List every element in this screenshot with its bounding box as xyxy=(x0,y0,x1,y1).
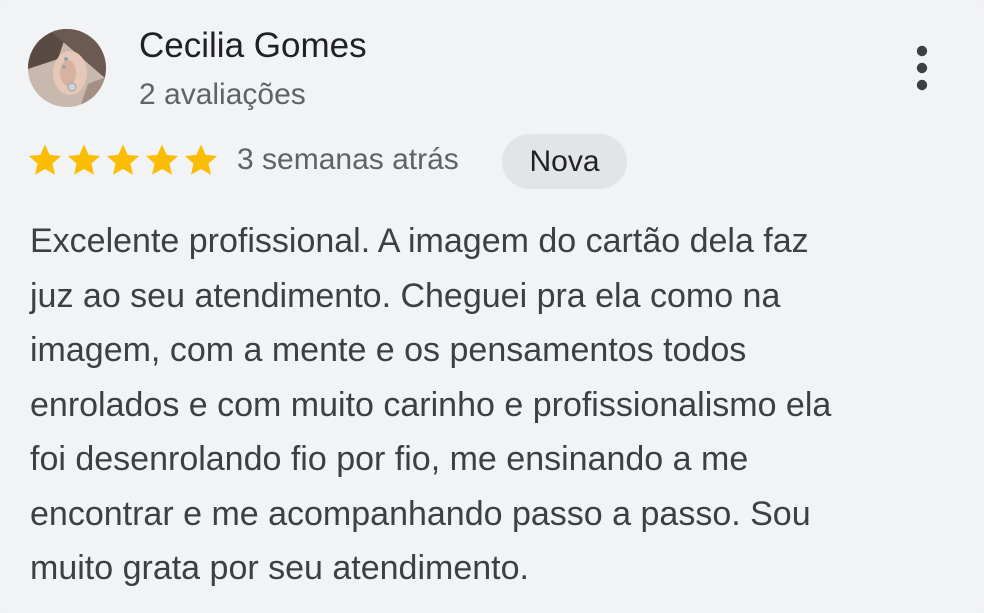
review-date: 3 semanas atrás xyxy=(237,143,459,176)
star-icon xyxy=(145,144,179,175)
star-icon xyxy=(67,144,101,175)
star-icon xyxy=(28,144,62,175)
author-avatar[interactable] xyxy=(28,29,106,107)
review-text-line: foi desenrolando fio por fio, me ensinan… xyxy=(30,440,749,478)
star-icon xyxy=(106,144,140,175)
more-vert-icon xyxy=(916,45,928,91)
author-name[interactable]: Cecilia Gomes xyxy=(139,24,367,68)
review-text-line: muito grata por seu atendimento. xyxy=(30,549,529,587)
new-badge: Nova xyxy=(502,134,627,189)
review-text-line: juz ao seu atendimento. Cheguei pra ela … xyxy=(30,276,781,315)
review-text: Excelente profissional. A imagem do cart… xyxy=(30,214,970,596)
author-review-count: 2 avaliações xyxy=(139,78,306,111)
rating-stars xyxy=(26,141,220,179)
review-text-line: encontrar e me acompanhando passo a pass… xyxy=(30,494,811,533)
review-text-line: imagem, com a mente e os pensamentos tod… xyxy=(30,331,747,369)
review-text-line: enrolados e com muito carinho e profissi… xyxy=(30,385,832,424)
review-text-line: Excelente profissional. A imagem do cart… xyxy=(30,222,809,260)
more-options-button[interactable] xyxy=(898,40,946,96)
star-icon xyxy=(184,144,218,175)
review-card: Cecilia Gomes 2 avaliações 3 semanas atr… xyxy=(0,0,984,613)
